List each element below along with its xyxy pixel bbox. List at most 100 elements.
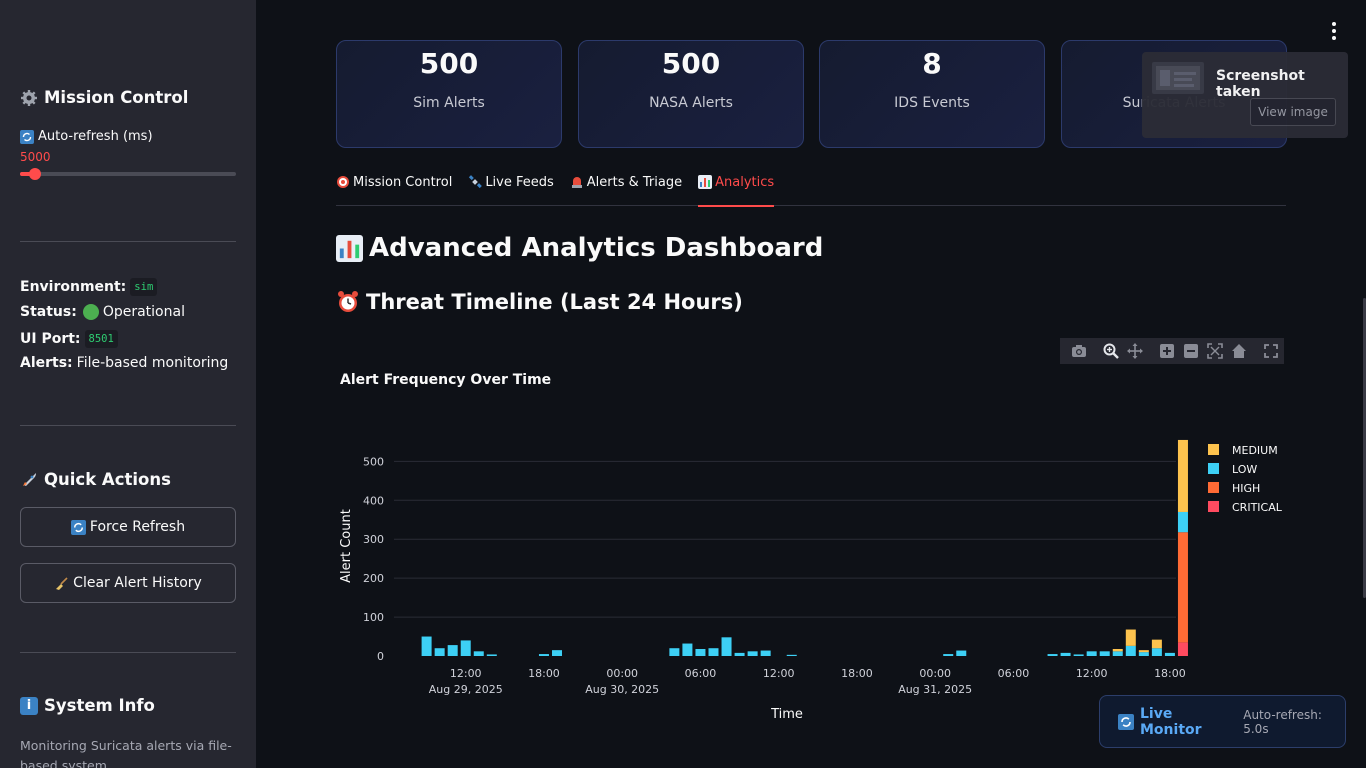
- y-tick-label: 500: [363, 455, 384, 468]
- bar-segment-high: [1177, 532, 1188, 643]
- camera-icon[interactable]: [1070, 342, 1088, 360]
- force-refresh-label: Force Refresh: [89, 519, 186, 535]
- bar-segment-low: [1086, 651, 1097, 656]
- legend-swatch-high: [1208, 482, 1219, 493]
- port-value: 8501: [84, 330, 118, 348]
- tab-analytics[interactable]: Analytics: [698, 172, 775, 207]
- bar-segment-low: [1151, 648, 1162, 656]
- view-image-button[interactable]: View image: [1250, 98, 1336, 126]
- toast-title: Screenshot taken: [1216, 68, 1305, 100]
- zoom-icon[interactable]: [1102, 342, 1120, 360]
- y-tick-label: 200: [363, 572, 384, 585]
- bar-segment-low: [956, 650, 967, 656]
- zoom-out-icon[interactable]: [1182, 342, 1200, 360]
- live-monitor-label: Live Monitor: [1140, 705, 1202, 738]
- bar-segment-low: [1060, 652, 1071, 656]
- tab-live-feeds[interactable]: Live Feeds: [468, 172, 554, 206]
- satellite-icon: [468, 175, 483, 189]
- metric-value: 8: [922, 47, 942, 80]
- alerts-label: Alerts:: [20, 355, 73, 371]
- refresh-slider-value: 5000: [20, 150, 51, 164]
- section-title: Threat Timeline (Last 24 Hours): [336, 290, 743, 314]
- refresh-slider[interactable]: [20, 168, 236, 180]
- tab-alerts-triage[interactable]: Alerts & Triage: [570, 172, 682, 206]
- tab-label: Alerts & Triage: [586, 175, 683, 190]
- x-axis-label: Time: [770, 707, 803, 722]
- menu-dot: [1332, 29, 1336, 33]
- refresh-slider-label: Auto-refresh (ms): [20, 129, 153, 144]
- bar-segment-low: [1112, 651, 1123, 656]
- y-tick-label: 100: [363, 611, 384, 624]
- menu-dot: [1332, 22, 1336, 26]
- bar-segment-low: [786, 654, 797, 656]
- menu-dot: [1332, 36, 1336, 40]
- y-tick-label: 0: [377, 650, 384, 663]
- bar-segment-low: [473, 651, 484, 656]
- refresh-slider-thumb[interactable]: [29, 168, 42, 180]
- force-refresh-button[interactable]: Force Refresh: [20, 507, 236, 547]
- alarm-clock-icon: [336, 290, 360, 314]
- pan-icon[interactable]: [1126, 342, 1144, 360]
- x-tick-label: 12:00: [450, 667, 482, 680]
- live-monitor-status: Auto-refresh: 5.0s: [1243, 707, 1322, 736]
- port-line: UI Port: 8501: [20, 330, 118, 348]
- refresh-icon: [70, 519, 86, 535]
- legend-swatch-medium: [1208, 444, 1219, 455]
- home-icon[interactable]: [1230, 342, 1248, 360]
- metric-value: 500: [661, 47, 721, 80]
- sidebar-divider: [20, 652, 236, 653]
- target-icon: [336, 175, 350, 189]
- bar-segment-low: [1164, 652, 1175, 656]
- sidebar: Mission Control Auto-refresh (ms) 5000 E…: [0, 0, 256, 768]
- broom-icon: [54, 576, 69, 591]
- x-tick-date-label: Aug 30, 2025: [585, 683, 659, 696]
- fullscreen-icon[interactable]: [1262, 342, 1280, 360]
- refresh-label-text: Auto-refresh (ms): [38, 129, 153, 144]
- bar-segment-low: [447, 645, 458, 656]
- live-monitor-badge: Live Monitor Auto-refresh: 5.0s: [1099, 695, 1346, 748]
- refresh-icon: [20, 129, 34, 144]
- rocket-icon: [20, 471, 38, 489]
- zoom-in-icon[interactable]: [1158, 342, 1176, 360]
- x-tick-label: 00:00: [919, 667, 951, 680]
- bar-segment-low: [734, 652, 745, 656]
- x-tick-label: 12:00: [763, 667, 795, 680]
- bar-segment-low: [1047, 654, 1058, 656]
- main-menu-button[interactable]: [1326, 22, 1342, 40]
- clear-alert-history-button[interactable]: Clear Alert History: [20, 563, 236, 603]
- bar-segment-medium: [1125, 629, 1136, 646]
- bar-segment-medium: [1151, 639, 1162, 649]
- bar-segment-low: [682, 643, 693, 656]
- system-info-title: System Info: [44, 696, 155, 715]
- bar-segment-low: [486, 654, 497, 656]
- bar-segment-low: [943, 654, 954, 656]
- bar-segment-medium: [1177, 439, 1188, 512]
- x-tick-label: 06:00: [998, 667, 1030, 680]
- alerts-value: File-based monitoring: [76, 355, 229, 371]
- tab-mission-control[interactable]: Mission Control: [336, 172, 452, 206]
- legend-swatch-low: [1208, 463, 1219, 474]
- tab-bar: Mission Control Live Feeds Alerts & Tria…: [336, 172, 1286, 207]
- bar-segment-low: [1125, 645, 1136, 656]
- port-label: UI Port:: [20, 331, 81, 347]
- system-info-text: Monitoring Suricata alerts via file-base…: [20, 738, 232, 768]
- screenshot-toast: Screenshot taken View image: [1142, 52, 1348, 138]
- autoscale-icon[interactable]: [1206, 342, 1224, 360]
- bar-segment-medium: [1112, 648, 1123, 652]
- legend-label: LOW: [1232, 463, 1257, 476]
- metric-card-nasa-alerts: 500 NASA Alerts: [578, 40, 804, 148]
- legend-swatch-critical: [1208, 501, 1219, 512]
- tab-label: Mission Control: [353, 175, 453, 190]
- alert-frequency-chart: 0 100 200 300 400 500 12:00 Aug 29, 2025 18:00 00…: [339, 439, 1283, 722]
- bar-chart-icon: [336, 234, 363, 262]
- y-axis-label: Alert Count: [339, 509, 354, 583]
- sidebar-divider: [20, 241, 236, 242]
- screenshot-thumbnail: [1152, 62, 1204, 94]
- page-title-text: Advanced Analytics Dashboard: [369, 233, 824, 263]
- bar-segment-critical: [1177, 642, 1188, 656]
- metric-card-sim-alerts: 500 Sim Alerts: [336, 40, 562, 148]
- clear-history-label: Clear Alert History: [73, 575, 202, 591]
- refresh-icon: [1118, 713, 1134, 730]
- y-tick-label: 400: [363, 494, 384, 507]
- bar-segment-low: [1099, 651, 1110, 656]
